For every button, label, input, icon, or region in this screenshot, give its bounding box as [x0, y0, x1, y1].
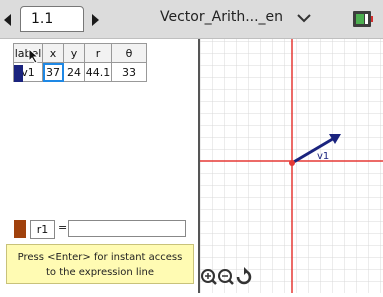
column-header-x[interactable]: x	[42, 43, 64, 63]
hint-line-1: Press <Enter> for instant access	[17, 252, 183, 263]
lists-pane: label x y r θ v1 37 24 44.1 33 r1 = Pres…	[0, 39, 200, 293]
chevron-down-icon[interactable]	[297, 14, 311, 23]
mouse-pointer-icon	[28, 48, 40, 64]
cell-x[interactable]: 37	[42, 62, 64, 82]
equals-sign: =	[58, 221, 68, 234]
variable-color-swatch	[14, 220, 26, 238]
column-header-y[interactable]: y	[63, 43, 85, 63]
expression-input[interactable]	[68, 220, 186, 237]
vector-label: v1	[317, 151, 329, 162]
table-row: v1 37 24 44.1 33	[13, 62, 147, 82]
vector-origin-point[interactable]	[289, 160, 295, 166]
zoom-out-icon[interactable]	[218, 269, 234, 285]
graph-pane[interactable]: v1	[200, 39, 383, 293]
hint-line-2: to the expression line	[46, 267, 154, 278]
battery-status-icon	[353, 11, 373, 27]
zoom-toolbar	[201, 267, 252, 285]
column-header-r[interactable]: r	[84, 43, 112, 63]
graph-canvas[interactable]: v1	[200, 39, 383, 293]
document-title[interactable]: Vector_Arith..._en	[160, 9, 283, 25]
cell-theta[interactable]: 33	[111, 62, 147, 82]
reset-view-icon[interactable]	[236, 267, 252, 285]
hint-box: Press <Enter> for instant access to the …	[6, 244, 194, 284]
variable-name[interactable]: r1	[30, 220, 55, 239]
next-page-arrow-icon[interactable]	[92, 14, 99, 26]
previous-page-arrow-icon[interactable]	[4, 14, 11, 26]
zoom-in-icon[interactable]	[201, 269, 217, 285]
cell-r[interactable]: 44.1	[84, 62, 112, 82]
tab-1-1[interactable]: 1.1	[20, 6, 84, 32]
cell-y[interactable]: 24	[63, 62, 85, 82]
title-bar: 1.1 Vector_Arith..._en	[0, 0, 383, 39]
column-header-theta[interactable]: θ	[111, 43, 147, 63]
row-color-marker	[14, 65, 23, 82]
